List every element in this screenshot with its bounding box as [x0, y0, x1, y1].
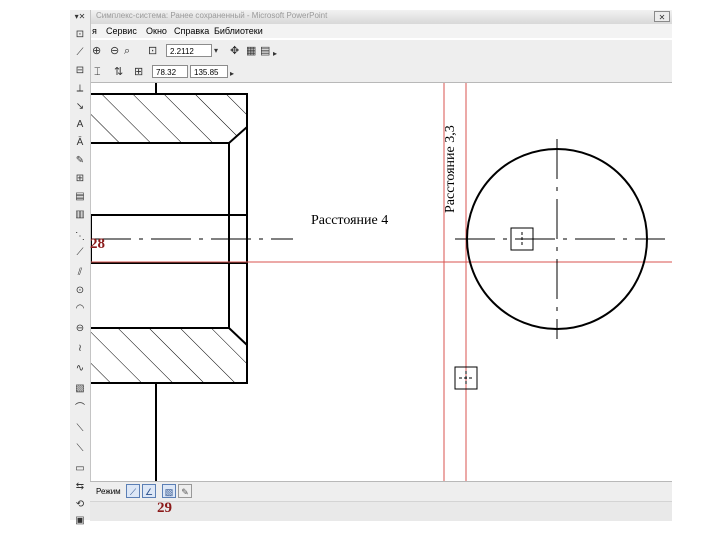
hatch-icon[interactable]: ▧ [72, 382, 88, 396]
zoom-in-icon[interactable]: ⊕ [92, 44, 101, 58]
mode-pen-button[interactable]: ✎ [178, 484, 192, 498]
chamfer-icon[interactable]: ⟍ [72, 422, 88, 436]
symbol-icon[interactable]: Ā [72, 136, 88, 150]
label-distance-3-3: Расстояние 3,3 [443, 125, 458, 213]
attributes-icon[interactable]: ▤ [72, 190, 88, 204]
hatch-upper [91, 94, 247, 143]
contour-icon[interactable]: ⟍ [72, 442, 88, 456]
grid-icon[interactable]: ⊞ [134, 65, 143, 79]
menu-item-view[interactable]: я [92, 26, 97, 36]
status-bar [90, 501, 672, 521]
zoom-window-icon[interactable]: ⊡ [148, 44, 157, 58]
slide-number-29: 29 [157, 500, 172, 516]
coord-x-field[interactable]: 78.32 [152, 65, 188, 78]
view-icon[interactable]: ▤ [260, 44, 270, 58]
scale-icon[interactable]: ▣ [72, 514, 88, 528]
spline-icon[interactable]: ∿ [72, 362, 88, 376]
mode-angle-button[interactable]: ∠ [142, 484, 156, 498]
geometry-icon[interactable]: ⟂ [72, 82, 88, 96]
view-toolbar: ⊕ ⊖ ⌕ ⊡ 2.2112 ▾ ✥ ▦ ▤ ▸ [90, 40, 672, 63]
menu-item-help[interactable]: Справка [174, 26, 209, 36]
mode-bar: Режим ⟋ ∠ ▧ ✎ [90, 481, 672, 502]
line-segment-icon[interactable]: ⟋ [72, 246, 88, 260]
pan-icon[interactable]: ✥ [230, 44, 239, 58]
fillet-icon[interactable]: ⌒ [72, 402, 88, 416]
close-button[interactable]: ✕ [654, 11, 670, 22]
cursor-icon[interactable]: ⌶ [94, 65, 101, 79]
menu-item-libraries[interactable]: Библиотеки [214, 26, 263, 36]
report-icon[interactable]: ⋱ [72, 230, 88, 244]
more-icon[interactable]: ▸ [230, 67, 234, 81]
polyline-icon[interactable]: ≀ [72, 342, 88, 356]
hatch-lower [91, 328, 247, 383]
line-icon[interactable]: ⟋ [72, 46, 88, 60]
compact-toolbar: ▾✕ ⊡ ⟋ ⊟ ⟂ ↘ A Ā ✎ ⊞ ▤ ▥ ⋱ ⟋ ⫽ ⊙ ◠ ⊖ ≀ ∿… [70, 10, 91, 526]
spec-icon[interactable]: ▥ [72, 208, 88, 222]
window-titlebar: Симплекс-система: Ранее сохраненный - Mi… [90, 10, 672, 25]
zoom-out-icon[interactable]: ⊖ [110, 44, 119, 58]
menu-bar: я Сервис Окно Справка Библиотеки [90, 24, 672, 38]
label-distance-4: Расстояние 4 [311, 213, 388, 228]
dimension-icon[interactable]: ↘ [72, 100, 88, 114]
chevron-down-icon[interactable]: ▾ [214, 44, 218, 58]
select-icon[interactable]: ⊡ [72, 28, 88, 42]
zoom-field[interactable]: 2.2112 [166, 44, 212, 57]
text-icon[interactable]: A [72, 118, 88, 132]
close-icon[interactable]: ▾✕ [72, 10, 88, 24]
menu-item-window[interactable]: Окно [146, 26, 167, 36]
layout-icon[interactable]: ▦ [246, 44, 256, 58]
part-outline [91, 83, 248, 481]
parallel-line-icon[interactable]: ⫽ [72, 266, 88, 280]
mode-line-button[interactable]: ⟋ [126, 484, 140, 498]
coord-y-field[interactable]: 135.85 [190, 65, 228, 78]
offset-icon[interactable]: ▭ [72, 462, 88, 476]
slide-number-28: 28 [90, 236, 105, 252]
mode-hatch-button[interactable]: ▧ [162, 484, 176, 498]
param-icon[interactable]: ⊞ [72, 172, 88, 186]
coordinates-toolbar: ⌶ ⇅ ⊞ 78.32 135.85 ▸ [90, 62, 672, 83]
window-title: Симплекс-система: Ранее сохраненный - Mi… [96, 11, 328, 20]
snap-icon[interactable]: ⇅ [114, 65, 123, 79]
drawing-svg: Расстояние 4 Расстояние 3,3 [91, 83, 672, 481]
circle-icon[interactable]: ⊙ [72, 284, 88, 298]
edit-icon[interactable]: ✎ [72, 154, 88, 168]
more-icon[interactable]: ▸ [273, 47, 277, 61]
ellipse-icon[interactable]: ⊖ [72, 322, 88, 336]
mode-label: Режим [96, 487, 121, 496]
measure-icon[interactable]: ⊟ [72, 64, 88, 78]
rotate-icon[interactable]: ⟲ [72, 498, 88, 512]
mirror-icon[interactable]: ⇆ [72, 480, 88, 494]
zoom-scale-icon[interactable]: ⌕ [124, 44, 130, 58]
drawing-canvas[interactable]: Расстояние 4 Расстояние 3,3 [91, 83, 672, 481]
menu-item-service[interactable]: Сервис [106, 26, 137, 36]
arc-icon[interactable]: ◠ [72, 302, 88, 316]
